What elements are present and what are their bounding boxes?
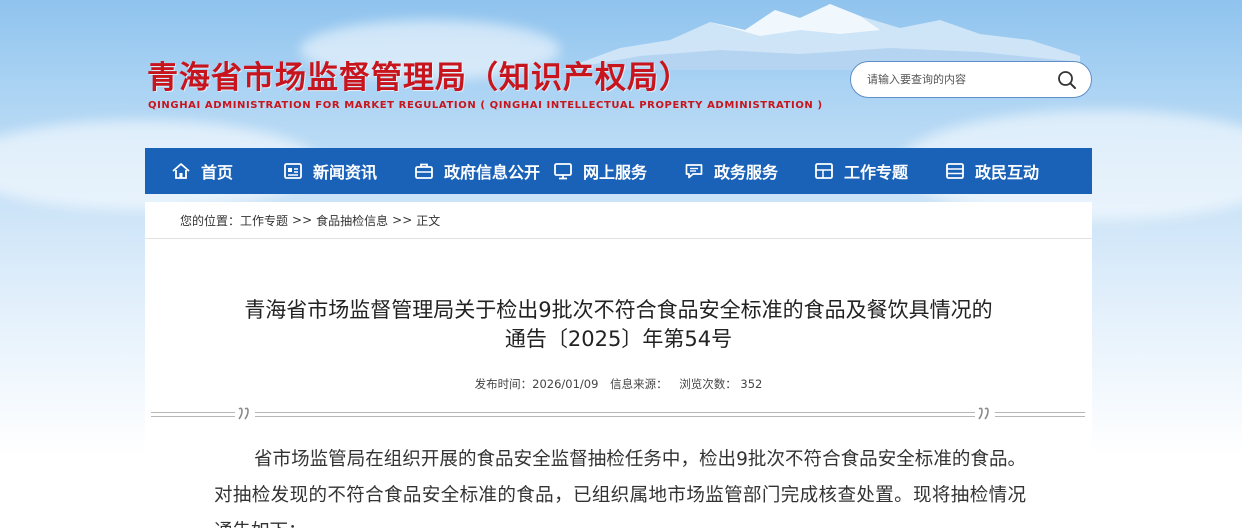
view-count-label: 浏览次数：: [679, 377, 737, 391]
news-icon: [284, 163, 302, 179]
nav-label: 网上服务: [583, 163, 648, 182]
divider-ornament-icon: [235, 405, 255, 423]
nav-label: 政务服务: [714, 163, 779, 182]
breadcrumb-link-topics[interactable]: 工作专题: [240, 212, 288, 229]
info-source: 信息来源：: [610, 377, 668, 391]
nav-label: 工作专题: [844, 163, 909, 182]
nav-item-online-service[interactable]: 网上服务: [553, 148, 647, 194]
layout-icon: [815, 163, 833, 179]
article-meta: 发布时间：2026/01/09 信息来源： 浏览次数： 352: [145, 376, 1092, 392]
breadcrumb-current: 正文: [416, 213, 441, 228]
breadcrumb-separator: >>: [292, 213, 313, 227]
nav-label: 首页: [201, 163, 234, 182]
divider-ornament-icon: [975, 405, 995, 423]
search-input[interactable]: [867, 73, 1055, 86]
breadcrumb: 您的位置： 工作专题 >> 食品抽检信息 >> 正文: [145, 202, 1092, 239]
nav-item-topics[interactable]: 工作专题: [814, 148, 908, 194]
search-icon[interactable]: [1055, 68, 1079, 92]
briefcase-icon: [415, 163, 433, 179]
publish-date-value: 2026/01/09: [532, 377, 599, 391]
search-box: [850, 61, 1092, 98]
article-title: 青海省市场监督管理局关于检出9批次不符合食品安全标准的食品及餐饮具情况的 通告〔…: [145, 296, 1092, 354]
monitor-icon: [554, 163, 572, 180]
nav-label: 政民互动: [975, 163, 1040, 182]
nav-item-gov-info[interactable]: 政府信息公开: [414, 148, 540, 194]
title-divider: [151, 405, 1085, 423]
nav-item-gov-service[interactable]: 政务服务: [684, 148, 778, 194]
breadcrumb-prefix: 您的位置：: [180, 213, 241, 228]
view-count: 浏览次数： 352: [679, 377, 762, 391]
nav-label: 政府信息公开: [444, 163, 541, 182]
breadcrumb-separator: >>: [392, 213, 413, 227]
nav-label: 新闻资讯: [313, 163, 378, 182]
site-title: 青海省市场监督管理局（知识产权局）: [147, 60, 691, 96]
view-count-value: 352: [740, 377, 763, 391]
window-icon: [946, 163, 964, 179]
breadcrumb-link-food-inspection[interactable]: 食品抽检信息: [316, 212, 388, 229]
site-subtitle: QINGHAI ADMINISTRATION FOR MARKET REGULA…: [148, 100, 823, 111]
publish-date: 发布时间：2026/01/09: [475, 377, 599, 391]
publish-date-label: 发布时间：: [474, 377, 533, 391]
nav-item-home[interactable]: 首页: [171, 148, 233, 194]
article-title-line: 通告〔2025〕年第54号: [504, 327, 733, 351]
home-icon: [172, 163, 190, 179]
chat-icon: [685, 164, 703, 179]
article-title-line: 青海省市场监督管理局关于检出9批次不符合食品安全标准的食品及餐饮具情况的: [244, 298, 993, 322]
info-source-label: 信息来源：: [610, 377, 668, 391]
article-body: 省市场监管局在组织开展的食品安全监督抽检任务中，检出9批次不符合食品安全标准的食…: [214, 449, 1026, 528]
nav-item-news[interactable]: 新闻资讯: [283, 148, 377, 194]
nav-item-interaction[interactable]: 政民互动: [945, 148, 1039, 194]
main-nav: 首页 新闻资讯 政府信息公开 网上服务 政务服务 工作专题 政民互动: [145, 148, 1092, 194]
